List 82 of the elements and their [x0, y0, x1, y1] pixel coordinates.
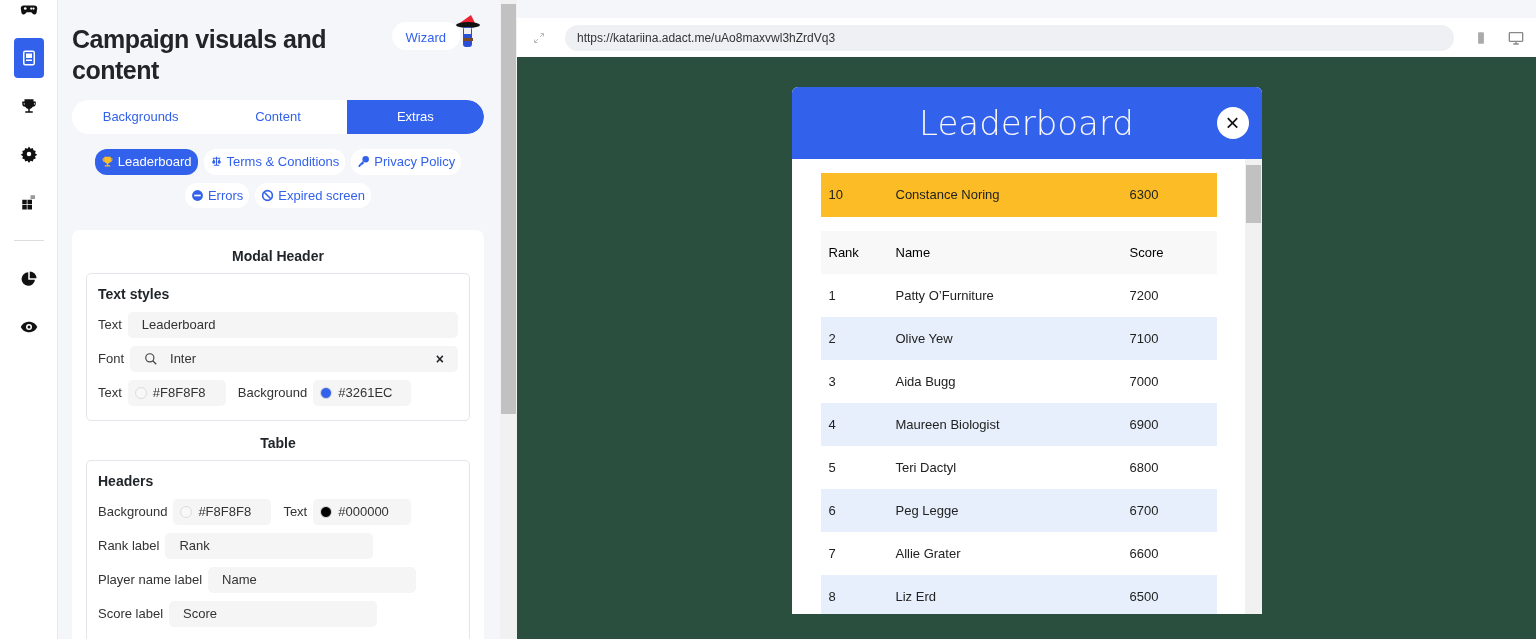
page-title: Campaign visuals and content	[72, 24, 327, 86]
name-cell-text: Name	[895, 243, 932, 262]
search-field[interactable]: Inter ×	[130, 346, 458, 372]
section-title: Table	[259, 434, 297, 453]
field-label: Font	[98, 350, 124, 369]
name-cell-text: Teri Dactyl	[895, 458, 958, 477]
search-icon	[144, 352, 158, 366]
field-label: Background	[98, 503, 168, 522]
scale-icon	[209, 155, 223, 169]
rank-cell-text: 8	[827, 587, 837, 606]
name-cell-text: Liz Erd	[895, 587, 937, 606]
pie-chart-icon	[19, 270, 38, 288]
score-cell-text: 7000	[1129, 372, 1160, 391]
field-label: Text	[98, 384, 122, 403]
name-cell-text: Constance Noring	[895, 186, 1001, 205]
score-cell-text: 6800	[1129, 458, 1160, 477]
tab[interactable]: Extras	[346, 100, 484, 134]
score-cell-text: 6900	[1129, 415, 1160, 434]
url-field[interactable]: https://katariina.adact.me/uAo8maxvwl3hZrdVq3	[565, 24, 1454, 51]
input-field[interactable]: Name	[208, 567, 417, 593]
field-label: Score label	[98, 605, 164, 624]
rank-cell-text: 10	[827, 186, 844, 205]
color-value: #3261EC	[338, 384, 393, 403]
rank-cell-text: 7	[827, 544, 837, 563]
field-label: Text	[283, 503, 308, 522]
input-field[interactable]: Score	[169, 601, 378, 627]
field-value: Inter	[170, 350, 198, 369]
input-field[interactable]: Rank	[165, 533, 374, 559]
monitor-icon[interactable]	[1508, 29, 1524, 46]
name-cell-text: Peg Legge	[895, 501, 960, 520]
field-label: Text	[98, 316, 122, 335]
name-cell-text: Olive Yew	[895, 329, 954, 348]
color-field[interactable]: #F8F8F8	[173, 499, 272, 525]
score-cell-text: 6600	[1129, 544, 1160, 563]
group-title: Headers	[98, 472, 155, 491]
field-label: Background	[237, 384, 308, 403]
field-label: Player name label	[98, 571, 203, 590]
rank-cell-text: 4	[827, 415, 837, 434]
score-cell-text: 6700	[1129, 501, 1160, 520]
score-cell-text: 7200	[1129, 286, 1160, 305]
gear-icon	[19, 145, 38, 163]
chip[interactable]: Errors	[184, 182, 250, 208]
name-cell-text: Aida Bugg	[895, 372, 957, 391]
modal-title: Leaderboard	[919, 101, 1134, 145]
minus-circle-icon	[190, 188, 204, 202]
color-field[interactable]: #000000	[313, 499, 412, 525]
score-cell-text: 7100	[1129, 329, 1160, 348]
rank-cell-text: 1	[827, 286, 837, 305]
wizard-button[interactable]: Wizard	[391, 22, 460, 50]
trophy-icon	[19, 97, 38, 115]
color-value: #F8F8F8	[198, 503, 252, 522]
name-cell-text: Maureen Biologist	[895, 415, 1001, 434]
score-cell-text: 6500	[1129, 587, 1160, 606]
color-field[interactable]: #F8F8F8	[127, 380, 226, 406]
scrollbar[interactable]	[500, 0, 517, 639]
rank-cell-text: Rank	[827, 243, 860, 262]
color-value: #000000	[338, 503, 389, 522]
name-cell-text: Allie Grater	[895, 544, 962, 563]
input-field[interactable]: Leaderboard	[127, 312, 458, 338]
key-icon	[357, 155, 371, 169]
color-value: #F8F8F8	[152, 384, 206, 403]
close-button[interactable]: ×	[1216, 107, 1249, 139]
section-title: Modal Header	[231, 247, 325, 266]
color-field[interactable]: #3261EC	[313, 380, 412, 406]
score-cell-text: Score	[1129, 243, 1165, 262]
rank-cell-text: 2	[827, 329, 837, 348]
rank-cell-text: 6	[827, 501, 837, 520]
group-title: Text styles	[98, 285, 171, 304]
chip[interactable]: Privacy Policy	[351, 149, 462, 175]
blocks-icon	[19, 193, 38, 211]
chip[interactable]: Expired screen	[255, 182, 372, 208]
clear-button[interactable]: ×	[435, 348, 444, 370]
field-label: Rank label	[98, 537, 160, 556]
score-cell-text: 6300	[1129, 186, 1160, 205]
chip[interactable]: Leaderboard	[94, 149, 198, 175]
rank-cell-text: 3	[827, 372, 837, 391]
name-cell-text: Patty O’Furniture	[895, 286, 995, 305]
chip[interactable]: Terms & Conditions	[203, 149, 346, 175]
ban-icon	[261, 188, 275, 202]
trophy-icon	[100, 155, 114, 169]
rank-cell-text: 5	[827, 458, 837, 477]
scrollbar[interactable]	[1244, 159, 1262, 614]
